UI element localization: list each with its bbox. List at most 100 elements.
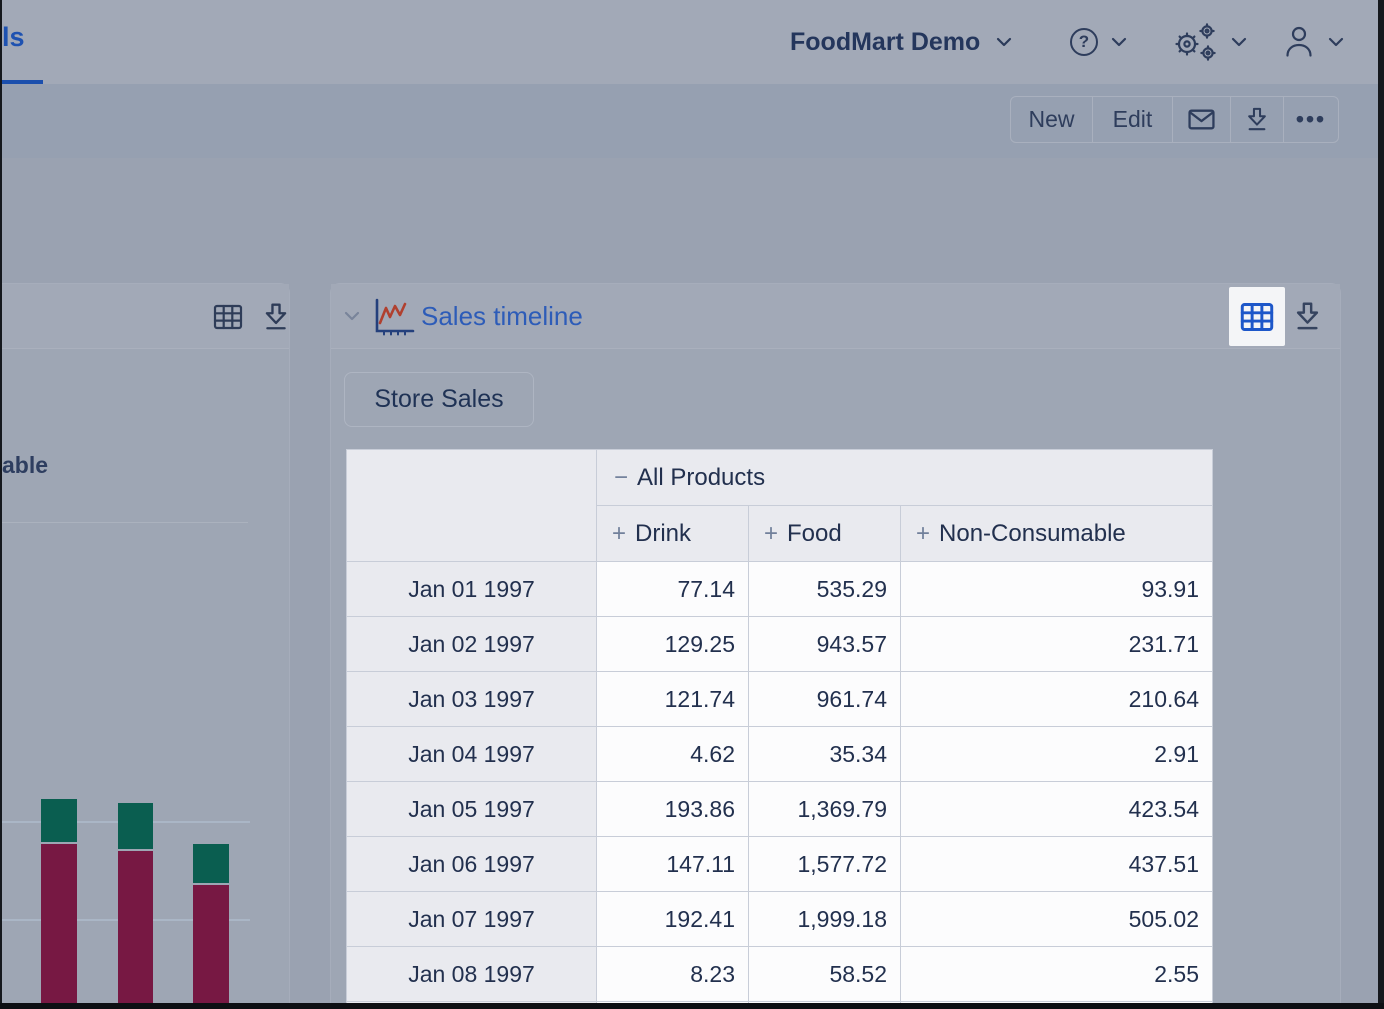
table-row: Jan 07 1997 192.41 1,999.18 505.02 xyxy=(347,892,1213,947)
cell: 535.29 xyxy=(749,562,901,617)
new-button[interactable]: New xyxy=(1011,97,1093,142)
screenshot-edge-left xyxy=(0,0,2,1009)
table-row: Jan 04 1997 4.62 35.34 2.91 xyxy=(347,727,1213,782)
chevron-down-icon xyxy=(994,34,1014,50)
measure-button[interactable]: Store Sales xyxy=(344,372,534,427)
cell: 961.74 xyxy=(749,672,901,727)
mail-button[interactable] xyxy=(1173,97,1231,142)
chevron-down-icon xyxy=(1230,35,1248,49)
bar-segment-top xyxy=(118,803,153,849)
stacked-bar-chart xyxy=(0,771,260,1004)
workspace-dropdown[interactable]: FoodMart Demo xyxy=(790,0,1014,84)
legend-divider xyxy=(0,522,248,523)
cell: 210.64 xyxy=(901,672,1213,727)
cell: 437.51 xyxy=(901,837,1213,892)
export-button[interactable] xyxy=(1293,301,1322,337)
column-header-non-consumable[interactable]: +Non-Consumable xyxy=(901,506,1213,562)
table-row: Jan 06 1997 147.11 1,577.72 437.51 xyxy=(347,837,1213,892)
table-view-toggle-active[interactable] xyxy=(1229,287,1285,346)
table-row: Jan 08 1997 8.23 58.52 2.55 xyxy=(347,947,1213,1002)
sales-timeline-panel: Sales timeline Store Sales −All Products xyxy=(330,283,1341,1003)
table-row: Jan 03 1997 121.74 961.74 210.64 xyxy=(347,672,1213,727)
active-tab[interactable]: ls xyxy=(2,22,25,53)
download-icon xyxy=(262,302,290,332)
row-header: Jan 04 1997 xyxy=(347,727,597,782)
bar-segment-bottom xyxy=(118,851,153,1004)
row-header: Jan 06 1997 xyxy=(347,837,597,892)
expand-toggle-glyph: + xyxy=(764,520,778,547)
column-header-food[interactable]: +Food xyxy=(749,506,901,562)
bar-segment-top xyxy=(193,844,229,883)
download-button[interactable] xyxy=(1231,97,1284,142)
help-icon: ? xyxy=(1070,28,1098,56)
dashboard-toolbar: New Edit ••• xyxy=(1010,96,1339,143)
panel-title: Sales timeline xyxy=(421,301,583,332)
user-icon xyxy=(1283,24,1315,60)
row-header: Jan 05 1997 xyxy=(347,782,597,837)
help-menu-button[interactable]: ? xyxy=(1070,0,1128,84)
download-icon xyxy=(1245,106,1269,133)
row-header: Jan 03 1997 xyxy=(347,672,597,727)
pivot-table-wrap: −All Products +Drink +Food +Non-Consumab… xyxy=(346,449,1214,1004)
cell: 77.14 xyxy=(597,562,749,617)
cell: 147.11 xyxy=(597,837,749,892)
cell: 2.55 xyxy=(901,947,1213,1002)
chevron-down-icon xyxy=(1110,35,1128,49)
cell: 1,999.18 xyxy=(749,892,901,947)
table-grid-icon xyxy=(213,302,243,332)
table-grid-icon xyxy=(1240,300,1274,334)
cell: 1,577.72 xyxy=(749,837,901,892)
cell: 4.62 xyxy=(597,727,749,782)
bar-segment-bottom xyxy=(41,844,77,1004)
expand-toggle-glyph: + xyxy=(612,520,626,547)
cell: 129.25 xyxy=(597,617,749,672)
settings-menu-button[interactable] xyxy=(1170,0,1248,84)
cell: 192.41 xyxy=(597,892,749,947)
group-header-all-products[interactable]: −All Products xyxy=(597,450,1213,506)
top-bar: ls FoodMart Demo ? xyxy=(0,0,1384,84)
chevron-down-icon xyxy=(1327,35,1345,49)
cell: 8.23 xyxy=(597,947,749,1002)
cell: 423.54 xyxy=(901,782,1213,837)
collapse-toggle-glyph: − xyxy=(614,464,628,491)
export-button[interactable] xyxy=(262,302,290,337)
left-widget-panel: able xyxy=(0,283,290,1003)
user-menu-button[interactable] xyxy=(1283,0,1345,84)
corner-cell xyxy=(347,450,597,562)
cell: 943.57 xyxy=(749,617,901,672)
row-header: Jan 08 1997 xyxy=(347,947,597,1002)
expand-toggle-glyph: + xyxy=(916,520,930,547)
cell: 93.91 xyxy=(901,562,1213,617)
table-row: Jan 05 1997 193.86 1,369.79 423.54 xyxy=(347,782,1213,837)
screenshot-edge-right xyxy=(1378,0,1384,1009)
edit-button[interactable]: Edit xyxy=(1093,97,1173,142)
bar-segment-bottom xyxy=(193,885,229,1004)
collapse-button[interactable] xyxy=(342,308,362,329)
cell: 1,369.79 xyxy=(749,782,901,837)
row-header: Jan 01 1997 xyxy=(347,562,597,617)
table-row: Jan 02 1997 129.25 943.57 231.71 xyxy=(347,617,1213,672)
bar-segment-top xyxy=(41,799,77,842)
pivot-table: −All Products +Drink +Food +Non-Consumab… xyxy=(346,449,1213,1004)
envelope-icon xyxy=(1188,109,1215,130)
table-row: Jan 01 1997 77.14 535.29 93.91 xyxy=(347,562,1213,617)
more-button[interactable]: ••• xyxy=(1284,97,1338,142)
row-header: Jan 02 1997 xyxy=(347,617,597,672)
cell: 2.91 xyxy=(901,727,1213,782)
table-view-button[interactable] xyxy=(213,302,243,337)
screenshot-edge-bottom xyxy=(0,1003,1384,1009)
cell: 231.71 xyxy=(901,617,1213,672)
cell: 505.02 xyxy=(901,892,1213,947)
line-chart-icon xyxy=(374,298,416,341)
cell: 58.52 xyxy=(749,947,901,1002)
column-header-drink[interactable]: +Drink xyxy=(597,506,749,562)
left-widget-header xyxy=(0,284,289,349)
workspace-label: FoodMart Demo xyxy=(790,28,980,57)
row-header: Jan 07 1997 xyxy=(347,892,597,947)
legend-label-partial: able xyxy=(2,452,48,479)
chevron-down-icon xyxy=(342,308,362,324)
download-icon xyxy=(1293,301,1322,332)
cell: 193.86 xyxy=(597,782,749,837)
sales-timeline-header: Sales timeline xyxy=(331,284,1340,349)
cell: 35.34 xyxy=(749,727,901,782)
